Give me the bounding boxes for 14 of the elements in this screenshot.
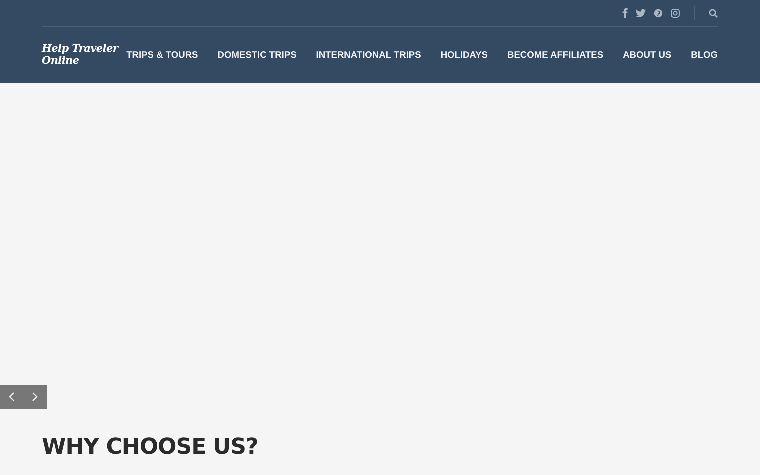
search-icon[interactable] xyxy=(709,8,718,18)
facebook-icon[interactable] xyxy=(622,8,628,18)
nav-link[interactable]: ABOUT US xyxy=(623,50,672,60)
nav-link[interactable]: INTERNATIONAL TRIPS xyxy=(316,50,422,60)
instagram-icon[interactable] xyxy=(671,8,680,18)
nav-link[interactable]: HOLIDAYS xyxy=(440,50,488,60)
site-logo[interactable]: Help Traveler Online xyxy=(42,43,127,67)
pinterest-icon[interactable] xyxy=(654,8,663,18)
nav-link[interactable]: BLOG xyxy=(691,50,718,60)
section-heading: WHY CHOOSE US? xyxy=(42,435,260,460)
nav-link[interactable]: BECOME AFFILIATES xyxy=(508,50,604,60)
nav-link[interactable]: DOMESTIC TRIPS xyxy=(218,50,297,60)
nav-link[interactable]: TRIPS & TOURS xyxy=(126,50,198,60)
twitter-icon[interactable] xyxy=(636,8,646,18)
